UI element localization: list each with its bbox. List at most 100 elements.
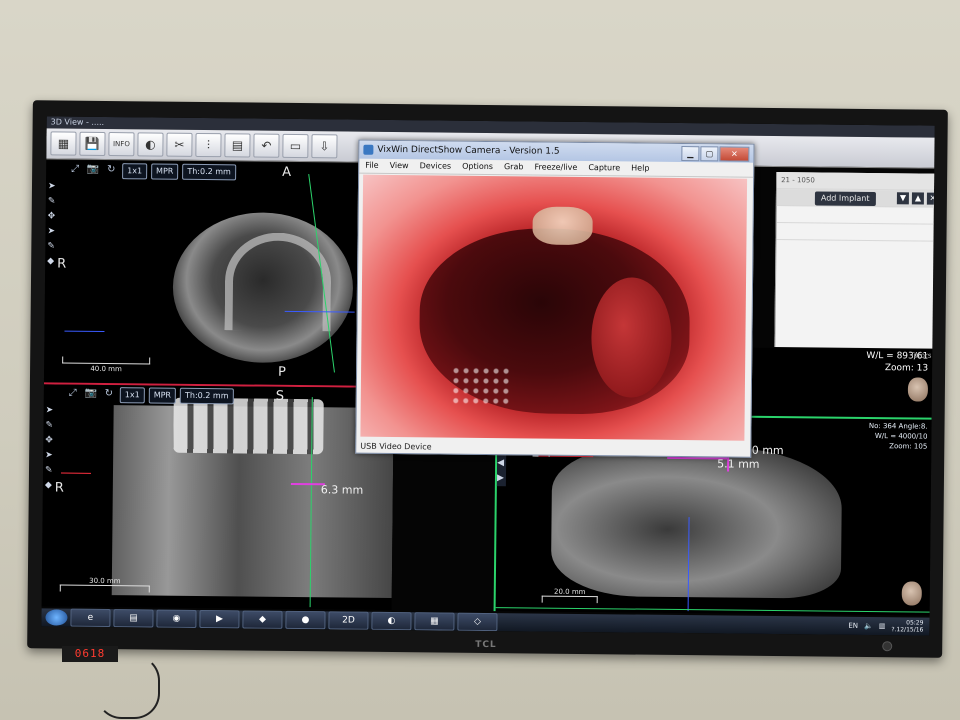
coronal-scan-image [550, 445, 843, 599]
menu-help[interactable]: Help [631, 161, 649, 175]
axial-scale-label: 40.0 mm [90, 364, 122, 374]
move-up-icon[interactable]: ▲ [911, 192, 924, 205]
language-indicator[interactable]: EN [848, 622, 858, 630]
menu-capture[interactable]: Capture [588, 161, 620, 175]
menu-view[interactable]: View [390, 159, 409, 173]
implant-info-line1: No: 364 Angle:8. [868, 421, 928, 431]
vixwin-camera-window[interactable]: VixWin DirectShow Camera - Version 1.5 ▁… [355, 139, 755, 458]
taskbar-2d-button[interactable]: 2D [328, 611, 369, 630]
mpr-button[interactable]: MPR [150, 163, 179, 180]
fit-icon[interactable]: ⤢ [68, 163, 82, 177]
taskbar-record-icon[interactable]: ● [285, 610, 326, 630]
taskbar-implant-icon[interactable]: ◇ [457, 612, 498, 632]
close-icon[interactable]: ✕ [719, 146, 750, 162]
save-icon[interactable]: 💾 [79, 131, 106, 156]
axial-view[interactable]: ⤢ 📷 ↻ 1x1 MPR Th:0.2 mm ➤ ✎ ✥ ➤ ✎ ◆ A R [43, 160, 359, 388]
camera-icon-2[interactable]: 📷 [84, 387, 98, 401]
fit-icon-2[interactable]: ⤢ [66, 387, 80, 401]
measure-icon-2[interactable]: ✎ [45, 419, 53, 431]
zoom-readout: Zoom: 13 [884, 363, 929, 374]
thickness-button[interactable]: Th:0.2 mm [182, 163, 236, 181]
network-icon[interactable]: ▥ [879, 622, 886, 630]
move-down-icon[interactable]: ▼ [896, 192, 909, 205]
menu-options[interactable]: Options [462, 160, 493, 174]
vixwin-status: USB Video Device [360, 441, 432, 452]
layout-1x1-button[interactable]: 1x1 [122, 163, 148, 180]
start-button[interactable] [45, 609, 68, 626]
tutors-label[interactable]: Tutors [910, 351, 931, 359]
arrow-icon-2[interactable]: ➤ [45, 449, 53, 461]
implant-info-line2: W/L = 4000/10 [874, 432, 928, 441]
maximize-icon[interactable]: ▢ [700, 146, 719, 162]
implant-info-line3: Zoom: 105 [889, 442, 928, 451]
axial-blue-line [64, 330, 105, 332]
mpr-button-2[interactable]: MPR [148, 387, 177, 404]
contrast-icon-2[interactable]: ◆ [45, 479, 53, 491]
coronal-green-bottom [495, 607, 932, 613]
head-orientation-icon-2 [901, 581, 922, 606]
undo-icon[interactable]: ↶ [253, 133, 280, 158]
zoom-icon-2[interactable]: ✎ [45, 464, 53, 476]
render-icon[interactable]: ◐ [137, 132, 164, 157]
taskbar-vixwin-icon[interactable]: ◐ [371, 611, 412, 631]
pointer-icon-2[interactable]: ➤ [46, 404, 54, 416]
pointer-icon[interactable]: ➤ [48, 180, 56, 192]
pan-icon-2[interactable]: ✥ [45, 434, 53, 446]
contrast-icon[interactable]: ◆ [47, 255, 55, 267]
reflection-sparkle [450, 365, 512, 407]
taskbar-app-icon[interactable]: ◆ [242, 610, 283, 629]
tooth-fragment [532, 206, 593, 246]
camera-icon[interactable]: 📷 [86, 163, 100, 177]
menu-grab[interactable]: Grab [504, 160, 524, 174]
arrow-right-icon[interactable]: ▶ [497, 472, 504, 484]
taskbar-ie-icon[interactable]: e [70, 608, 111, 628]
taskbar-chrome-icon[interactable]: ◉ [156, 609, 197, 628]
tv-power-button[interactable] [882, 641, 893, 652]
arrow-left-icon[interactable]: ◀ [497, 457, 504, 469]
thickness-button-2[interactable]: Th:0.2 mm [179, 387, 234, 405]
arrow-icon[interactable]: ➤ [47, 225, 55, 237]
volume-view[interactable]: W/L = 893/61 Zoom: 13 [749, 347, 933, 420]
reset-icon[interactable]: ↻ [104, 163, 118, 177]
sagittal-view[interactable]: ⤢ 📷 ↻ 1x1 MPR Th:0.2 mm ➤ ✎ ✥ ➤ ✎ ◆ S R … [41, 384, 394, 611]
menu-devices[interactable]: Devices [420, 159, 452, 173]
panel-header-row: 21 - 1050 [777, 172, 935, 191]
volume-icon[interactable]: 🔈 [864, 622, 873, 630]
panel-close-icon[interactable]: ✕ [926, 192, 935, 205]
sagittal-orient-left: R [54, 480, 64, 496]
taskbar-media-icon[interactable]: ▶ [199, 609, 240, 629]
pan-icon[interactable]: ✥ [48, 210, 56, 222]
minimize-icon[interactable]: ▁ [681, 146, 700, 162]
axial-orient-bottom: P [277, 364, 286, 380]
tools-icon[interactable]: ✂ [166, 132, 193, 157]
teeth-row [173, 397, 324, 455]
implant-panel: 21 - 1050 Add Implant ▼ ▲ ✕ [774, 172, 935, 349]
layout-icon[interactable]: ▦ [50, 131, 77, 156]
menu-file[interactable]: File [365, 159, 379, 173]
export-icon[interactable]: ⇩ [311, 134, 338, 159]
implant-icon[interactable]: ⫶ [195, 132, 222, 158]
panel-arrows: ▼ ▲ ✕ [896, 192, 935, 205]
coronal-measurement-2: 5.1 mm [717, 457, 760, 471]
tv-brand-label: TCL [475, 639, 497, 651]
panorama-icon[interactable]: ▭ [282, 133, 309, 159]
layout-1x1-button-2[interactable]: 1x1 [119, 387, 145, 404]
measure-icon[interactable]: ✎ [48, 195, 56, 207]
intraoral-camera-feed[interactable] [360, 174, 748, 441]
zoom-icon[interactable]: ✎ [47, 240, 55, 252]
sagittal-red-line [60, 472, 91, 474]
menu-freeze-live[interactable]: Freeze/live [534, 160, 577, 174]
taskbar-grid-icon[interactable]: ▦ [414, 612, 455, 631]
report-icon[interactable]: ▤ [224, 133, 251, 158]
reset-icon-2[interactable]: ↻ [102, 387, 116, 401]
panel-row [776, 223, 935, 242]
info-button[interactable]: INFO [108, 132, 135, 157]
axial-orient-top: A [282, 164, 292, 180]
taskbar-clock[interactable]: 05:29 ?.12/15/16 [891, 619, 923, 633]
power-cable [96, 655, 160, 719]
vixwin-logo-icon [363, 144, 374, 155]
monitor-screen: 3D View - ..... ▦ 💾 INFO ◐ ✂ ⫶ ▤ ↶ ▭ ⇩ ⤢… [41, 116, 935, 636]
add-implant-button[interactable]: Add Implant [814, 191, 876, 207]
axial-view-toolbar: ⤢ 📷 ↻ 1x1 MPR Th:0.2 mm [64, 161, 240, 183]
taskbar-folder-icon[interactable]: ▤ [113, 609, 154, 628]
